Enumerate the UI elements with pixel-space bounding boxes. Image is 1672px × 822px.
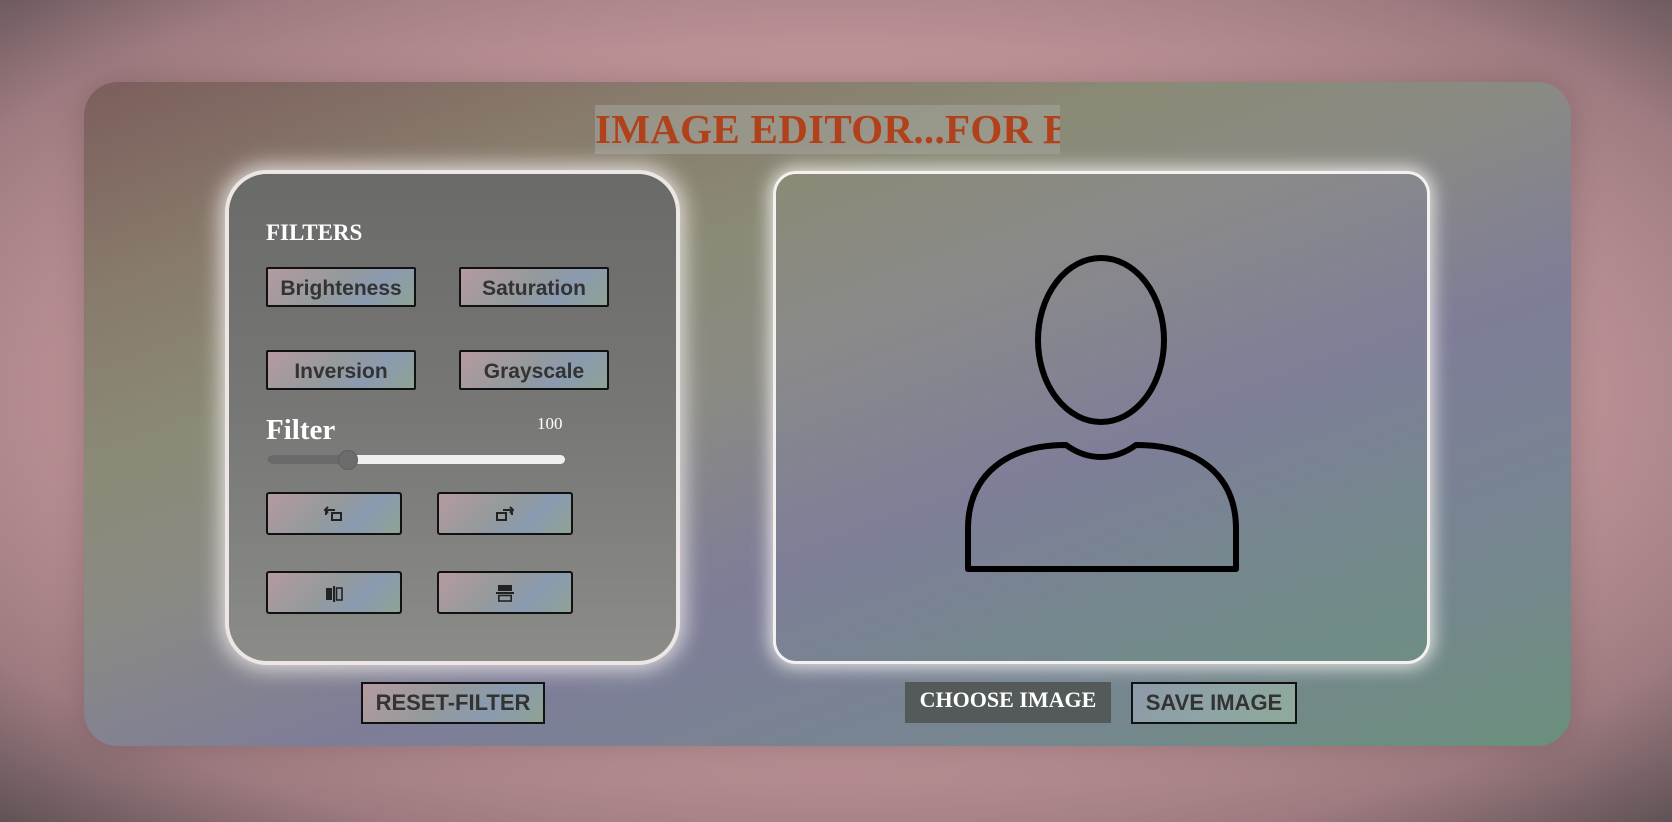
filters-panel: FILTERS Brighteness Saturation Inversion…	[229, 174, 676, 661]
filter-value-label: 100	[537, 414, 563, 433]
rotate-right-icon	[494, 505, 516, 523]
filter-slider-thumb[interactable]	[338, 450, 359, 470]
reset-filter-button[interactable]: RESET-FILTER	[361, 682, 545, 724]
filter-name-label: Filter	[266, 414, 336, 446]
choose-image-button[interactable]: CHOOSE IMAGE	[905, 682, 1111, 723]
page-title-text: IMAGE EDITOR...FOR B	[595, 106, 1060, 152]
brightness-button[interactable]: Brighteness	[266, 267, 416, 307]
rotate-left-button[interactable]	[266, 492, 402, 535]
image-preview	[776, 174, 1427, 661]
filter-slider-fill	[267, 455, 348, 464]
inversion-button[interactable]: Inversion	[266, 350, 416, 390]
rotate-left-icon	[323, 505, 345, 523]
flip-vertical-button[interactable]	[437, 571, 573, 614]
flip-horizontal-button[interactable]	[266, 571, 402, 614]
filters-heading: FILTERS	[266, 220, 363, 245]
rotate-right-button[interactable]	[437, 492, 573, 535]
page-title: IMAGE EDITOR...FOR B	[595, 105, 1060, 154]
flip-horizontal-icon	[323, 584, 345, 602]
flip-vertical-icon	[494, 583, 516, 603]
save-image-button[interactable]: SAVE IMAGE	[1131, 682, 1297, 724]
saturation-button[interactable]: Saturation	[459, 267, 609, 307]
grayscale-button[interactable]: Grayscale	[459, 350, 609, 390]
filter-slider[interactable]	[267, 455, 565, 464]
